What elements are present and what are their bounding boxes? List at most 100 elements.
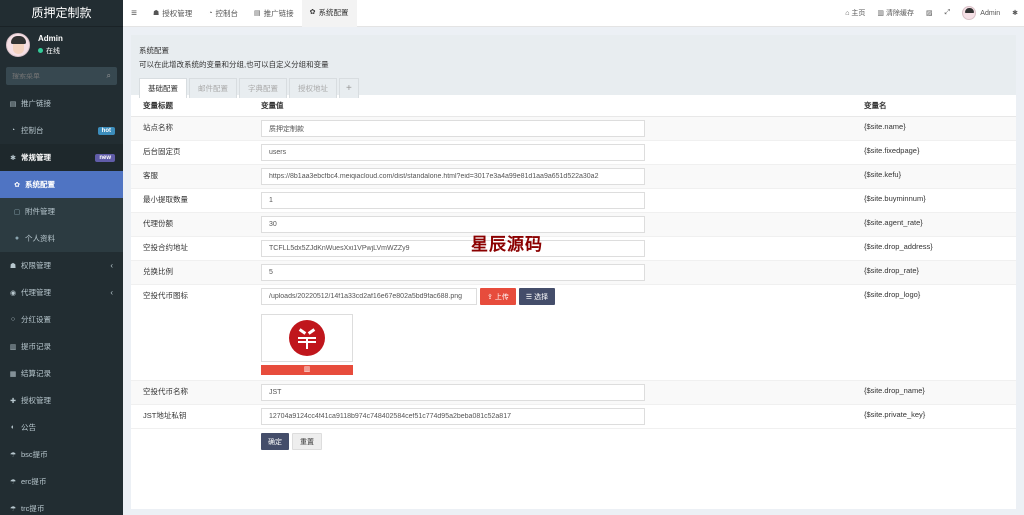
hot-badge: hot (97, 126, 115, 135)
drop-rate-field[interactable] (261, 264, 645, 281)
link-icon: ▤ (9, 100, 17, 108)
sidebar-item-trc-withdraw[interactable]: ☂ trc提币 (0, 495, 123, 515)
site-name-field[interactable] (261, 120, 645, 137)
adjust-icon: ◐ (10, 424, 16, 431)
drop-name-field[interactable] (261, 384, 645, 401)
chevron-left-icon: ‹ (110, 261, 113, 270)
tab-email-config[interactable]: 邮件配置 (189, 78, 237, 98)
watermark: 星辰源码 (471, 235, 543, 255)
row-label: 代理份额 (143, 219, 173, 228)
tab-auth-address[interactable]: 授权地址 (289, 78, 337, 98)
search-icon[interactable]: ⌕ (107, 71, 111, 81)
page-description: 可以在此增改系统的变量和分组,也可以自定义分组和变量 (139, 60, 329, 69)
app-logo[interactable]: 质押定制款 (0, 0, 123, 27)
row-var: {$site.drop_name} (864, 386, 925, 395)
tab-dict-config[interactable]: 字典配置 (239, 78, 287, 98)
tab-basic-config[interactable]: 基础配置 (139, 78, 187, 98)
table-row: JST地址私钥 {$site.private_key} (131, 405, 1016, 429)
tab-dashboard[interactable]: ◔ 控制台 (200, 0, 246, 27)
sidebar-item-withdrawals[interactable]: ▥ 提币记录 (0, 333, 123, 360)
settings-gear-icon[interactable]: ✱ (1006, 9, 1024, 17)
menu-toggle-icon[interactable]: ≡ (123, 8, 145, 19)
search-input[interactable] (12, 72, 92, 80)
fixed-page-field[interactable] (261, 144, 645, 161)
row-var: {$site.buyminnum} (864, 194, 926, 203)
tab-authorization[interactable]: ☗ 授权管理 (145, 0, 200, 27)
sidebar-item-agents[interactable]: ◉ 代理管理 ‹ (0, 279, 123, 306)
row-var: {$site.fixedpage} (864, 146, 920, 155)
language-icon[interactable]: ▨ (920, 9, 939, 17)
jst-logo-icon (289, 320, 325, 356)
user-panel: Admin 在线 (0, 27, 123, 62)
form-actions: 确定 重置 (131, 429, 1016, 454)
shirt-icon: ☂ (9, 451, 17, 459)
sidebar-item-profile[interactable]: ● 个人资料 (0, 225, 123, 252)
sidebar-search[interactable]: ⌕ (6, 67, 117, 85)
table-row: 空投代币图标 ⇪上传 ☰选择 ▥ {$site.drop_logo} (131, 285, 1016, 381)
clear-cache-button[interactable]: ▥ 清除缓存 (871, 8, 920, 18)
row-label: 客服 (143, 171, 158, 180)
home-link[interactable]: ⌂ 主页 (839, 8, 871, 18)
row-var: {$site.private_key} (864, 410, 926, 419)
chart-icon: ▥ (9, 343, 17, 351)
sidebar-item-bsc-withdraw[interactable]: ☂ bsc提币 (0, 441, 123, 468)
user-menu[interactable]: Admin (956, 6, 1006, 20)
upload-button[interactable]: ⇪ 上传 (480, 288, 516, 305)
tab-system-config[interactable]: ✿ 系统配置 (301, 0, 357, 27)
sidebar-item-authorization[interactable]: ✚ 授权管理 (0, 387, 123, 414)
online-dot-icon (38, 48, 43, 53)
sidebar-item-promo-link[interactable]: ▤ 推广链接 (0, 90, 123, 117)
config-table: 变量标题 变量值 变量名 站点名称 {$site.name} 后台固定页 {$s… (131, 95, 1016, 454)
tab-promo-link[interactable]: ▤ 推广链接 (246, 0, 302, 27)
list-icon: ◉ (9, 289, 17, 297)
sidebar-item-permissions[interactable]: ☗ 权限管理 ‹ (0, 252, 123, 279)
upload-icon: ⇪ (487, 293, 493, 301)
table-row: 空投代币名称 {$site.drop_name} (131, 381, 1016, 405)
kefu-field[interactable] (261, 168, 645, 185)
trash-icon: ▥ (877, 10, 885, 17)
row-label: 空投代币名称 (143, 387, 188, 396)
row-var: {$site.drop_logo} (864, 290, 921, 299)
gear-icon: ✿ (14, 181, 20, 189)
dashboard-icon: ◔ (10, 127, 16, 134)
shield-icon: ✚ (10, 397, 16, 405)
file-icon: ▢ (13, 208, 21, 216)
agent-rate-field[interactable] (261, 216, 645, 233)
shirt-icon: ☂ (9, 478, 17, 486)
sidebar-item-settlements[interactable]: ▦ 结算记录 (0, 360, 123, 387)
group-icon: ☗ (9, 262, 17, 270)
row-label: 空投代币图标 (143, 291, 188, 300)
gear-icon: ✿ (309, 9, 316, 16)
avatar (962, 6, 977, 20)
page-title: 系统配置 (139, 46, 169, 55)
drop-logo-field[interactable] (261, 288, 477, 305)
add-tab-icon[interactable]: + (339, 78, 359, 98)
fullscreen-icon[interactable]: ⤢ (939, 9, 957, 17)
choose-button[interactable]: ☰ 选择 (518, 288, 556, 305)
user-status: 在线 (38, 46, 63, 56)
sidebar-item-attachments[interactable]: ▢ 附件管理 (0, 198, 123, 225)
drop-address-field[interactable] (261, 240, 645, 257)
sidebar-item-dashboard[interactable]: ◔ 控制台 hot (0, 117, 123, 144)
list-icon: ☰ (525, 293, 533, 301)
reset-button[interactable]: 重置 (292, 433, 322, 450)
row-label: 后台固定页 (143, 147, 181, 156)
table-row: 空投合约地址 {$site.drop_address} (131, 237, 1016, 261)
row-label: 空投合约地址 (143, 243, 188, 252)
shirt-icon: ☂ (9, 505, 17, 513)
min-withdraw-field[interactable] (261, 192, 645, 209)
delete-image-button[interactable]: ▥ (261, 365, 353, 375)
sidebar-item-erc-withdraw[interactable]: ☂ erc提币 (0, 468, 123, 495)
trash-icon: ▥ (303, 366, 311, 373)
table-row: 代理份额 {$site.agent_rate} (131, 213, 1016, 237)
sidebar-item-dividend[interactable]: ○ 分红设置 (0, 306, 123, 333)
sidebar-item-general[interactable]: ✱ 常规管理 new (0, 144, 123, 171)
sidebar-item-notice[interactable]: ◐ 公告 (0, 414, 123, 441)
row-label: 兑换比例 (143, 267, 173, 276)
confirm-button[interactable]: 确定 (261, 433, 289, 450)
private-key-field[interactable] (261, 408, 645, 425)
sidebar-item-system-config[interactable]: ✿ 系统配置 (0, 171, 123, 198)
row-label: 最小提取数量 (143, 195, 188, 204)
sidebar: 质押定制款 Admin 在线 ⌕ ▤推广链接 ◔控制台hot ✱常规管理new … (0, 0, 123, 515)
row-var: {$site.drop_rate} (864, 266, 920, 275)
